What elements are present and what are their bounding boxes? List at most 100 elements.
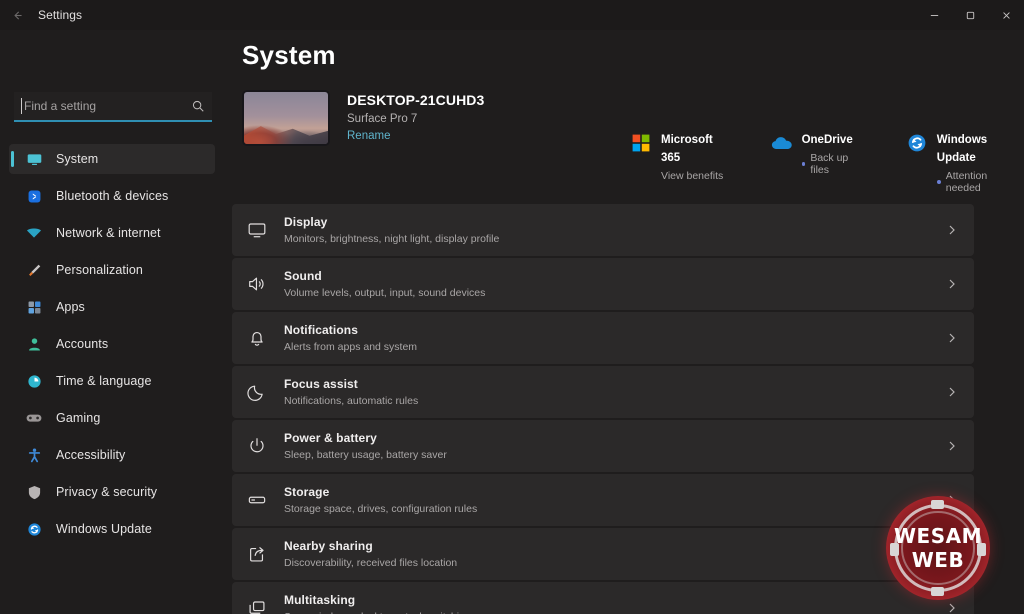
chevron-right-icon	[944, 278, 960, 290]
row-text: Power & battery Sleep, battery usage, ba…	[284, 431, 944, 461]
quick-link-onedrive[interactable]: OneDrive Back up files	[771, 130, 866, 194]
row-subtitle: Volume levels, output, input, sound devi…	[284, 287, 486, 299]
windows-stack-icon	[246, 597, 268, 614]
chevron-right-icon	[944, 386, 960, 398]
row-text: Focus assist Notifications, automatic ru…	[284, 377, 944, 407]
sidebar-item-windows-update[interactable]: Windows Update	[9, 514, 215, 544]
window-controls	[916, 0, 1024, 30]
sidebar-item-label: Bluetooth & devices	[56, 189, 169, 203]
sidebar-item-label: Privacy & security	[56, 485, 158, 499]
device-model: Surface Pro 7	[347, 113, 418, 125]
row-text: Display Monitors, brightness, night ligh…	[284, 215, 944, 245]
row-text: Nearby sharing Discoverability, received…	[284, 539, 944, 569]
row-subtitle: Storage space, drives, configuration rul…	[284, 503, 478, 515]
quick-link-microsoft-365[interactable]: Microsoft 365 View benefits	[630, 130, 731, 194]
sidebar-item-gaming[interactable]: Gaming	[9, 403, 215, 433]
close-button[interactable]	[988, 0, 1024, 30]
sidebar-item-accessibility[interactable]: Accessibility	[9, 440, 215, 470]
maximize-button[interactable]	[952, 0, 988, 30]
row-title: Nearby sharing	[284, 539, 373, 553]
sidebar-item-time-language[interactable]: Time & language	[9, 366, 215, 396]
search-box[interactable]	[14, 92, 212, 122]
monitor-icon	[246, 219, 268, 241]
onedrive-cloud-icon	[771, 132, 793, 154]
text-caret	[21, 98, 22, 114]
quick-link-text: OneDrive Back up files	[801, 130, 866, 176]
person-icon	[25, 335, 43, 353]
sidebar-item-apps[interactable]: Apps	[9, 292, 215, 322]
quick-link-title: Windows Update	[936, 134, 988, 164]
clock-icon	[25, 372, 43, 390]
sidebar-item-label: Network & internet	[56, 226, 161, 240]
watermark-line-2: WEB	[911, 548, 965, 572]
sidebar-item-bluetooth-devices[interactable]: Bluetooth & devices	[9, 181, 215, 211]
settings-row-display[interactable]: Display Monitors, brightness, night ligh…	[232, 204, 974, 256]
quick-link-subtitle: Back up files	[801, 152, 866, 176]
row-text: Notifications Alerts from apps and syste…	[284, 323, 944, 353]
quick-link-text: Microsoft 365 View benefits	[661, 130, 731, 182]
row-subtitle: Monitors, brightness, night light, displ…	[284, 233, 500, 245]
back-button[interactable]	[0, 0, 34, 30]
settings-row-sound[interactable]: Sound Volume levels, output, input, soun…	[232, 258, 974, 310]
sidebar-item-network-internet[interactable]: Network & internet	[9, 218, 215, 248]
quick-link-subtitle-text: Back up files	[810, 152, 849, 176]
settings-row-notifications[interactable]: Notifications Alerts from apps and syste…	[232, 312, 974, 364]
storage-icon	[246, 489, 268, 511]
settings-row-nearby-sharing[interactable]: Nearby sharing Discoverability, received…	[232, 528, 974, 580]
sidebar-item-personalization[interactable]: Personalization	[9, 255, 215, 285]
quick-link-windows-update[interactable]: Windows Update Attention needed	[906, 130, 1024, 194]
watermark-line-1: WESAM	[893, 524, 982, 548]
paintbrush-icon	[25, 261, 43, 279]
settings-row-storage[interactable]: Storage Storage space, drives, configura…	[232, 474, 974, 526]
sidebar-item-label: Time & language	[56, 374, 152, 388]
quick-link-title: OneDrive	[801, 134, 853, 146]
chevron-right-icon	[944, 332, 960, 344]
rename-link[interactable]: Rename	[347, 130, 484, 142]
minimize-button[interactable]	[916, 0, 952, 30]
sidebar-item-accounts[interactable]: Accounts	[9, 329, 215, 359]
row-subtitle: Discoverability, received files location	[284, 557, 458, 569]
row-title: Multitasking	[284, 593, 356, 607]
sidebar-item-label: Accessibility	[56, 448, 126, 462]
row-subtitle: Notifications, automatic rules	[284, 395, 419, 407]
search-icon[interactable]	[191, 99, 205, 113]
window-title: Settings	[38, 8, 83, 22]
power-icon	[246, 435, 268, 457]
quick-link-subtitle-text: Attention needed	[945, 170, 988, 194]
row-title: Notifications	[284, 323, 358, 337]
watermark-nub	[931, 587, 944, 596]
settings-row-multitasking[interactable]: Multitasking Snap windows, desktops, tas…	[232, 582, 974, 614]
status-dot	[936, 180, 941, 184]
share-icon	[246, 543, 268, 565]
settings-rows: Display Monitors, brightness, night ligh…	[232, 204, 974, 614]
row-text: Multitasking Snap windows, desktops, tas…	[284, 593, 944, 614]
settings-row-power-battery[interactable]: Power & battery Sleep, battery usage, ba…	[232, 420, 974, 472]
chevron-right-icon	[944, 440, 960, 452]
windows-update-icon	[906, 132, 928, 154]
row-subtitle: Alerts from apps and system	[284, 341, 418, 353]
accessibility-icon	[25, 446, 43, 464]
sidebar-item-system[interactable]: System	[9, 144, 215, 174]
sidebar-nav: System Bluetooth & devices Network & int…	[0, 144, 224, 544]
status-dot	[801, 162, 806, 166]
quick-links: Microsoft 365 View benefits OneDrive Bac…	[630, 130, 1024, 194]
sidebar-item-privacy-security[interactable]: Privacy & security	[9, 477, 215, 507]
page-title: System	[242, 40, 336, 70]
quick-link-title: Microsoft 365	[661, 134, 713, 164]
row-title: Sound	[284, 269, 322, 283]
update-sync-icon	[25, 520, 43, 538]
settings-window: Settings Find a setting System Bluetooth…	[0, 0, 1024, 614]
sidebar-item-label: Apps	[56, 300, 85, 314]
watermark-text: WESAM WEB	[894, 526, 982, 570]
watermark-nub	[931, 500, 944, 509]
device-meta: DESKTOP-21CUHD3 Surface Pro 7 Rename	[347, 90, 484, 142]
sidebar-item-label: Personalization	[56, 263, 143, 277]
chevron-right-icon	[944, 224, 960, 236]
speaker-icon	[246, 273, 268, 295]
search-input[interactable]	[14, 99, 212, 113]
title-bar: Settings	[0, 0, 1024, 30]
moon-icon	[246, 381, 268, 403]
shield-icon	[25, 483, 43, 501]
quick-link-text: Windows Update Attention needed	[936, 130, 1024, 194]
settings-row-focus-assist[interactable]: Focus assist Notifications, automatic ru…	[232, 366, 974, 418]
